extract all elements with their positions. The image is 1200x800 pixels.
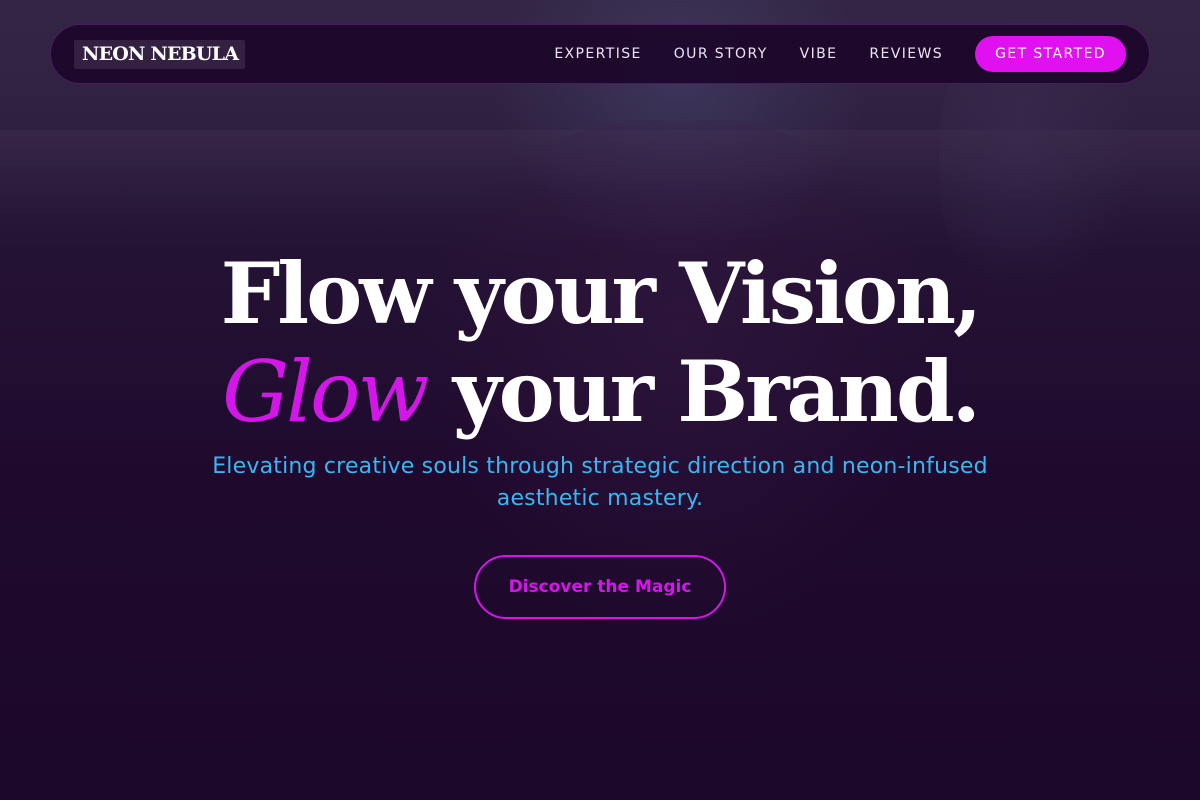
nav-links: EXPERTISE OUR STORY VIBE REVIEWS GET STA… — [554, 36, 1126, 72]
top-navigation-bar: NEON NEBULA EXPERTISE OUR STORY VIBE REV… — [50, 24, 1150, 84]
hero-subtitle: Elevating creative souls through strateg… — [212, 454, 988, 511]
brand-logo[interactable]: NEON NEBULA — [74, 39, 246, 69]
nav-link-reviews[interactable]: REVIEWS — [869, 46, 943, 62]
hero-section: Flow your Vision, Glow your Brand. Eleva… — [0, 245, 1200, 619]
headline-line-2: Glow your Brand. — [0, 342, 1200, 442]
get-started-button[interactable]: GET STARTED — [975, 36, 1126, 72]
discover-the-magic-button[interactable]: Discover the Magic — [474, 555, 726, 619]
nav-link-vibe[interactable]: VIBE — [800, 46, 838, 62]
hero-headline: Flow your Vision, Glow your Brand. — [0, 244, 1200, 442]
headline-line-1: Flow your Vision, — [220, 244, 983, 343]
nav-link-our-story[interactable]: OUR STORY — [674, 46, 768, 62]
headline-accent-word: Glow — [222, 343, 429, 441]
headline-line-2-rest: your Brand. — [452, 342, 981, 441]
nav-link-expertise[interactable]: EXPERTISE — [554, 46, 641, 62]
